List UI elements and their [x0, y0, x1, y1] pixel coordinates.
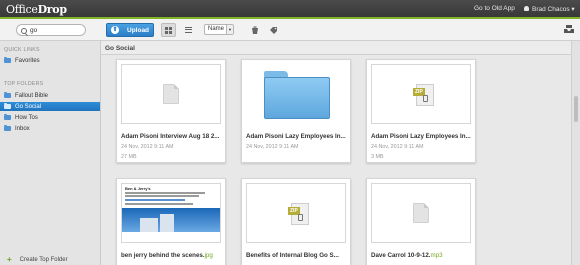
file-preview: [371, 183, 471, 243]
sidebar-item-favorites[interactable]: Favorites: [0, 56, 100, 65]
app-logo[interactable]: OfficeDrop: [6, 3, 67, 16]
go-to-old-app-link[interactable]: Go to Old App: [474, 5, 515, 12]
file-title: Adam Pisoni Lazy Employees In...: [246, 133, 346, 140]
file-preview: ZIP: [371, 64, 471, 124]
plus-icon: +: [7, 255, 12, 264]
folder-preview: [246, 64, 346, 124]
file-size: 27 MB: [121, 154, 137, 160]
image-thumbnail: Ben & Jerry's: [121, 183, 221, 243]
file-card[interactable]: ZIP Adam Pisoni Lazy Employees In... 24 …: [366, 59, 476, 163]
logo-text-regular: Office: [6, 3, 38, 16]
sidebar: QUICK LINKS Favorites TOP FOLDERS Fallou…: [0, 41, 101, 265]
sidebar-item-inbox[interactable]: Inbox: [0, 124, 100, 133]
list-view-button[interactable]: [181, 23, 196, 37]
upload-label: Upload: [127, 26, 150, 34]
toolbar: ⬆ Upload Name ▾: [0, 19, 580, 41]
grid-view-icon: [165, 26, 172, 34]
recycle-icon: [251, 26, 258, 34]
folder-icon: [4, 103, 11, 109]
folder-icon: [4, 125, 11, 131]
file-card[interactable]: Ben & Jerry's ben jerry behind the scene…: [116, 178, 226, 265]
upload-button[interactable]: ⬆ Upload: [106, 23, 154, 37]
vertical-scrollbar[interactable]: [571, 41, 580, 265]
image-preview: Ben & Jerry's: [122, 184, 220, 232]
file-preview: [121, 64, 221, 124]
folder-icon: [4, 57, 11, 63]
user-menu[interactable]: Brad Chacos ▾: [524, 5, 575, 13]
file-date: 24 Nov, 2012 9:11 AM: [121, 144, 174, 150]
folder-icon: [4, 92, 11, 98]
sidebar-item-label: Fallout Bible: [15, 92, 49, 99]
app-window: OfficeDrop Go to Old App Brad Chacos ▾ ⬆…: [0, 0, 580, 265]
tray-icon[interactable]: [564, 25, 574, 33]
breadcrumb: Go Social: [101, 41, 571, 55]
list-view-icon: [185, 27, 192, 33]
logo-text-bold: Drop: [37, 3, 67, 16]
sidebar-item-fallout-bible[interactable]: Fallout Bible: [0, 91, 100, 100]
upload-icon: ⬆: [111, 26, 119, 34]
sidebar-item-label: Inbox: [15, 125, 30, 132]
search-icon[interactable]: [21, 27, 27, 34]
chevron-down-icon: ▾: [226, 25, 233, 34]
sidebar-item-how-tos[interactable]: How Tos: [0, 113, 100, 122]
file-card[interactable]: Dave Carrol 10-9-12.mp3: [366, 178, 476, 265]
quick-links-heading: QUICK LINKS: [4, 47, 40, 53]
document-icon: [413, 203, 429, 223]
file-preview: ZIP: [246, 183, 346, 243]
file-title: Dave Carrol 10-9-12.mp3: [371, 252, 443, 259]
sort-select[interactable]: Name ▾: [204, 24, 234, 35]
sort-value: Name: [208, 26, 225, 32]
file-date: 24 Nov, 2012 9:11 AM: [246, 144, 299, 150]
file-title: Adam Pisoni Interview Aug 18 2...: [121, 133, 220, 140]
top-folders-heading: TOP FOLDERS: [4, 81, 44, 87]
recycle-button[interactable]: [247, 23, 262, 37]
folder-icon: [4, 114, 11, 120]
sidebar-item-label: Favorites: [15, 57, 40, 64]
file-size: 3 MB: [371, 154, 384, 160]
create-top-folder-label: Create Top Folder: [19, 257, 68, 263]
grid-view-button[interactable]: [161, 23, 176, 37]
sidebar-item-label: How Tos: [15, 114, 38, 121]
user-name: Brad Chacos ▾: [532, 6, 575, 13]
sidebar-item-label: Go Social: [15, 103, 42, 110]
folder-card[interactable]: Adam Pisoni Lazy Employees In... 24 Nov,…: [241, 59, 351, 163]
folder-icon: [264, 71, 330, 119]
main-content: Go Social Adam Pisoni Interview Aug 18 2…: [101, 41, 571, 265]
file-title: ben jerry behind the scenes.jpg: [121, 252, 213, 259]
file-date: 24 Nov, 2012 9:11 AM: [371, 144, 424, 150]
zip-icon: ZIP: [413, 84, 434, 106]
top-bar: OfficeDrop Go to Old App Brad Chacos ▾: [0, 0, 580, 19]
search-input[interactable]: [30, 26, 82, 35]
user-icon: [524, 6, 529, 11]
sidebar-item-go-social[interactable]: Go Social: [0, 102, 100, 111]
search-box: [16, 24, 86, 36]
file-card[interactable]: ZIP Benefits of Internal Blog Go S...: [241, 178, 351, 265]
zip-icon: ZIP: [288, 203, 309, 225]
file-title: Benefits of Internal Blog Go S...: [246, 252, 339, 259]
tag-icon: [270, 27, 277, 34]
scrollbar-thumb[interactable]: [574, 96, 578, 122]
file-card[interactable]: Adam Pisoni Interview Aug 18 2... 24 Nov…: [116, 59, 226, 163]
document-icon: [163, 84, 179, 104]
file-title: Adam Pisoni Lazy Employees In...: [371, 133, 471, 140]
create-top-folder-button[interactable]: + Create Top Folder: [7, 255, 68, 264]
tag-button[interactable]: [266, 23, 281, 37]
thumbnail-heading: Ben & Jerry's: [125, 186, 151, 191]
